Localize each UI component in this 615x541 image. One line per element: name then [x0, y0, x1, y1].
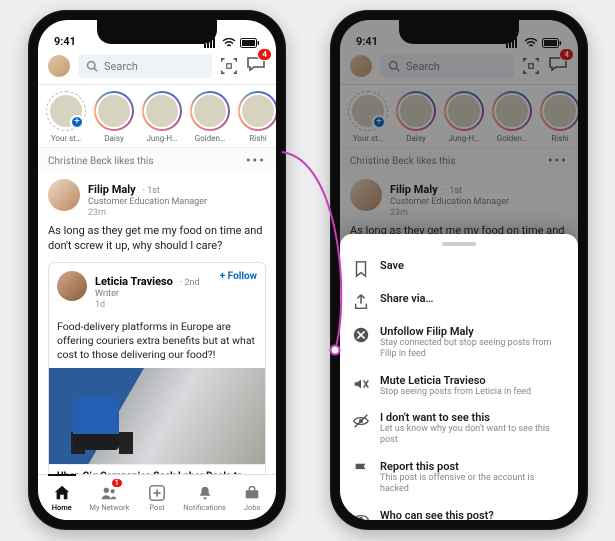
story-label: Rishi [238, 134, 276, 143]
option-share-label: Share via… [380, 292, 434, 305]
option-report[interactable]: Report this post This post is offensive … [340, 453, 578, 502]
search-input[interactable]: Search [78, 54, 212, 78]
reshared-card[interactable]: Leticia Travieso · 2nd Writer 1d + Follo… [48, 262, 266, 490]
bookmark-icon [352, 260, 370, 278]
story-item[interactable]: Jung-H… [142, 91, 182, 143]
battery-icon [240, 38, 260, 48]
option-unfollow-sub: Stay connected but stop seeing posts fro… [380, 338, 564, 360]
status-time: 9:41 [54, 35, 76, 48]
top-bar: Search 4 [38, 50, 276, 84]
option-mute-title: Mute Leticia Travieso [380, 374, 531, 387]
social-context-text: Christine Beck likes this [48, 156, 153, 167]
reshare-avatar[interactable] [57, 271, 87, 301]
post-overflow-menu[interactable]: ••• [246, 153, 266, 169]
profile-avatar[interactable] [48, 55, 70, 77]
story-item[interactable]: Daisy [94, 91, 134, 143]
follow-button[interactable]: + Follow [220, 271, 257, 282]
bell-icon [196, 484, 214, 502]
share-icon [352, 293, 370, 311]
story-item[interactable]: + Your st… [46, 91, 86, 143]
phone-sheet: 9:41 Search [330, 10, 588, 530]
screen: 9:41 Search [38, 20, 276, 520]
tab-network[interactable]: My Network 1 [86, 475, 134, 520]
notch [97, 20, 217, 44]
story-item[interactable]: Golden… [190, 91, 230, 143]
option-report-sub: This post is offensive or the account is… [380, 473, 564, 495]
wifi-icon [222, 38, 236, 48]
tab-network-label: My Network [89, 503, 129, 512]
option-unfollow[interactable]: Unfollow Filip Maly Stay connected but s… [340, 318, 578, 367]
option-unfollow-title: Unfollow Filip Maly [380, 325, 564, 338]
reshare-time: 1d [95, 300, 200, 310]
tab-post[interactable]: Post [133, 475, 181, 520]
messages-badge: 4 [257, 48, 272, 61]
unfollow-icon [352, 326, 370, 344]
messages-button[interactable]: 4 [246, 54, 266, 78]
tab-home-label: Home [52, 503, 72, 512]
reshare-author-name: Leticia Travieso [95, 275, 173, 288]
mute-icon [352, 375, 370, 393]
tab-jobs[interactable]: Jobs [228, 475, 276, 520]
article-image[interactable] [49, 368, 265, 464]
post-plus-icon [148, 484, 166, 502]
tab-jobs-label: Jobs [244, 503, 261, 512]
option-mute-sub: Stop seeing posts from Leticia in feed [380, 387, 531, 398]
tab-network-badge: 1 [111, 478, 123, 488]
author-title: Customer Education Manager [88, 197, 207, 207]
add-story-icon[interactable]: + [70, 115, 84, 129]
reshare-author-title: Writer [95, 289, 200, 299]
post-body: As long as they get me my food on time a… [48, 224, 266, 254]
tab-home[interactable]: Home [38, 475, 86, 520]
tab-post-label: Post [149, 503, 164, 512]
author-avatar[interactable] [48, 179, 80, 211]
action-sheet: Save Share via… Unfollow Filip Maly Stay… [340, 234, 578, 520]
option-dont-see-title: I don't want to see this [380, 411, 564, 424]
option-dont-see-sub: Let us know why you don't want to see th… [380, 424, 564, 446]
screen-right: 9:41 Search [340, 20, 578, 520]
reshare-degree: · 2nd [180, 278, 200, 288]
option-share[interactable]: Share via… [340, 285, 578, 318]
story-label: Daisy [94, 134, 134, 143]
post-time: 23m [88, 208, 207, 218]
option-report-title: Report this post [380, 460, 564, 473]
option-dont-see[interactable]: I don't want to see this Let us know why… [340, 404, 578, 453]
story-label: Your st… [46, 134, 86, 143]
sheet-grabber[interactable] [442, 242, 476, 246]
option-save[interactable]: Save [340, 252, 578, 285]
story-item[interactable]: Rishi [238, 91, 276, 143]
eye-icon [352, 510, 370, 520]
option-save-label: Save [380, 259, 404, 272]
search-placeholder: Search [104, 60, 138, 73]
social-context-row: Christine Beck likes this ••• [38, 147, 276, 173]
phone-feed: 9:41 Search [28, 10, 286, 530]
stories-strip[interactable]: +Your st…DaisyJung-H…Golden…RishiFatin [38, 85, 276, 147]
search-icon [86, 60, 98, 72]
story-label: Golden… [190, 134, 230, 143]
post-author[interactable]: Filip Maly · 1st Customer Education Mana… [48, 179, 266, 218]
feed-post[interactable]: Filip Maly · 1st Customer Education Mana… [38, 173, 276, 254]
reshare-body: Food-delivery platforms in Europe are of… [49, 318, 265, 369]
option-who-can-see[interactable]: Who can see this post? Visible to anyone… [340, 502, 578, 520]
notch [399, 20, 519, 44]
briefcase-icon [243, 484, 261, 502]
author-degree: · 1st [143, 186, 160, 196]
author-name: Filip Maly [88, 183, 136, 196]
eye-off-icon [352, 412, 370, 430]
story-label: Jung-H… [142, 134, 182, 143]
home-icon [53, 484, 71, 502]
tab-notifications-label: Notifications [183, 503, 226, 512]
reshare-author[interactable]: Leticia Travieso · 2nd Writer 1d + Follo… [49, 263, 265, 318]
option-mute[interactable]: Mute Leticia Travieso Stop seeing posts … [340, 367, 578, 405]
flag-icon [352, 461, 370, 479]
tab-notifications[interactable]: Notifications [181, 475, 229, 520]
option-who-title: Who can see this post? [380, 509, 533, 520]
qr-scan-icon[interactable] [220, 57, 238, 75]
author-meta: Filip Maly · 1st Customer Education Mana… [88, 179, 207, 218]
bottom-tab-bar: Home My Network 1 Post Notifications [38, 474, 276, 520]
